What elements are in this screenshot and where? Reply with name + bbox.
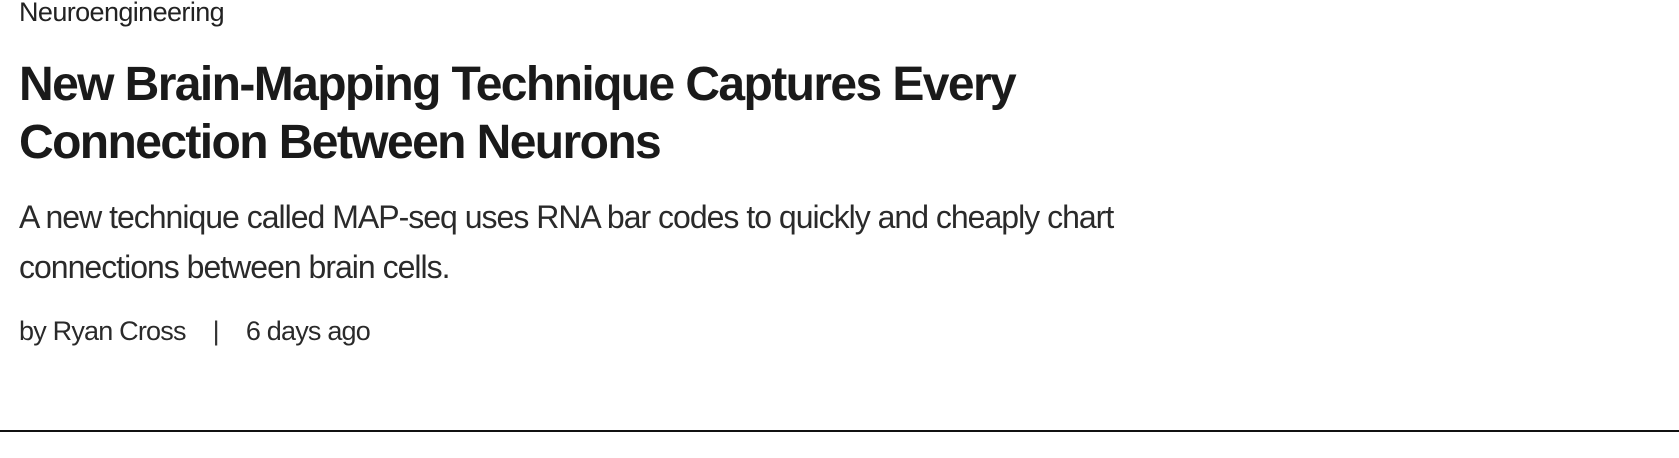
byline-separator: | <box>212 316 220 346</box>
author-link[interactable]: by Ryan Cross <box>19 314 186 348</box>
section-divider <box>0 430 1679 432</box>
byline: by Ryan Cross | 6 days ago <box>19 314 1139 348</box>
article-dek: A new technique called MAP-seq uses RNA … <box>19 199 1114 285</box>
article-headline[interactable]: New Brain-Mapping Technique Captures Eve… <box>19 56 1119 172</box>
article-card: Neuroengineering New Brain-Mapping Techn… <box>19 0 1139 348</box>
category-link[interactable]: Neuroengineering <box>19 0 225 26</box>
publish-date: 6 days ago <box>245 316 371 346</box>
